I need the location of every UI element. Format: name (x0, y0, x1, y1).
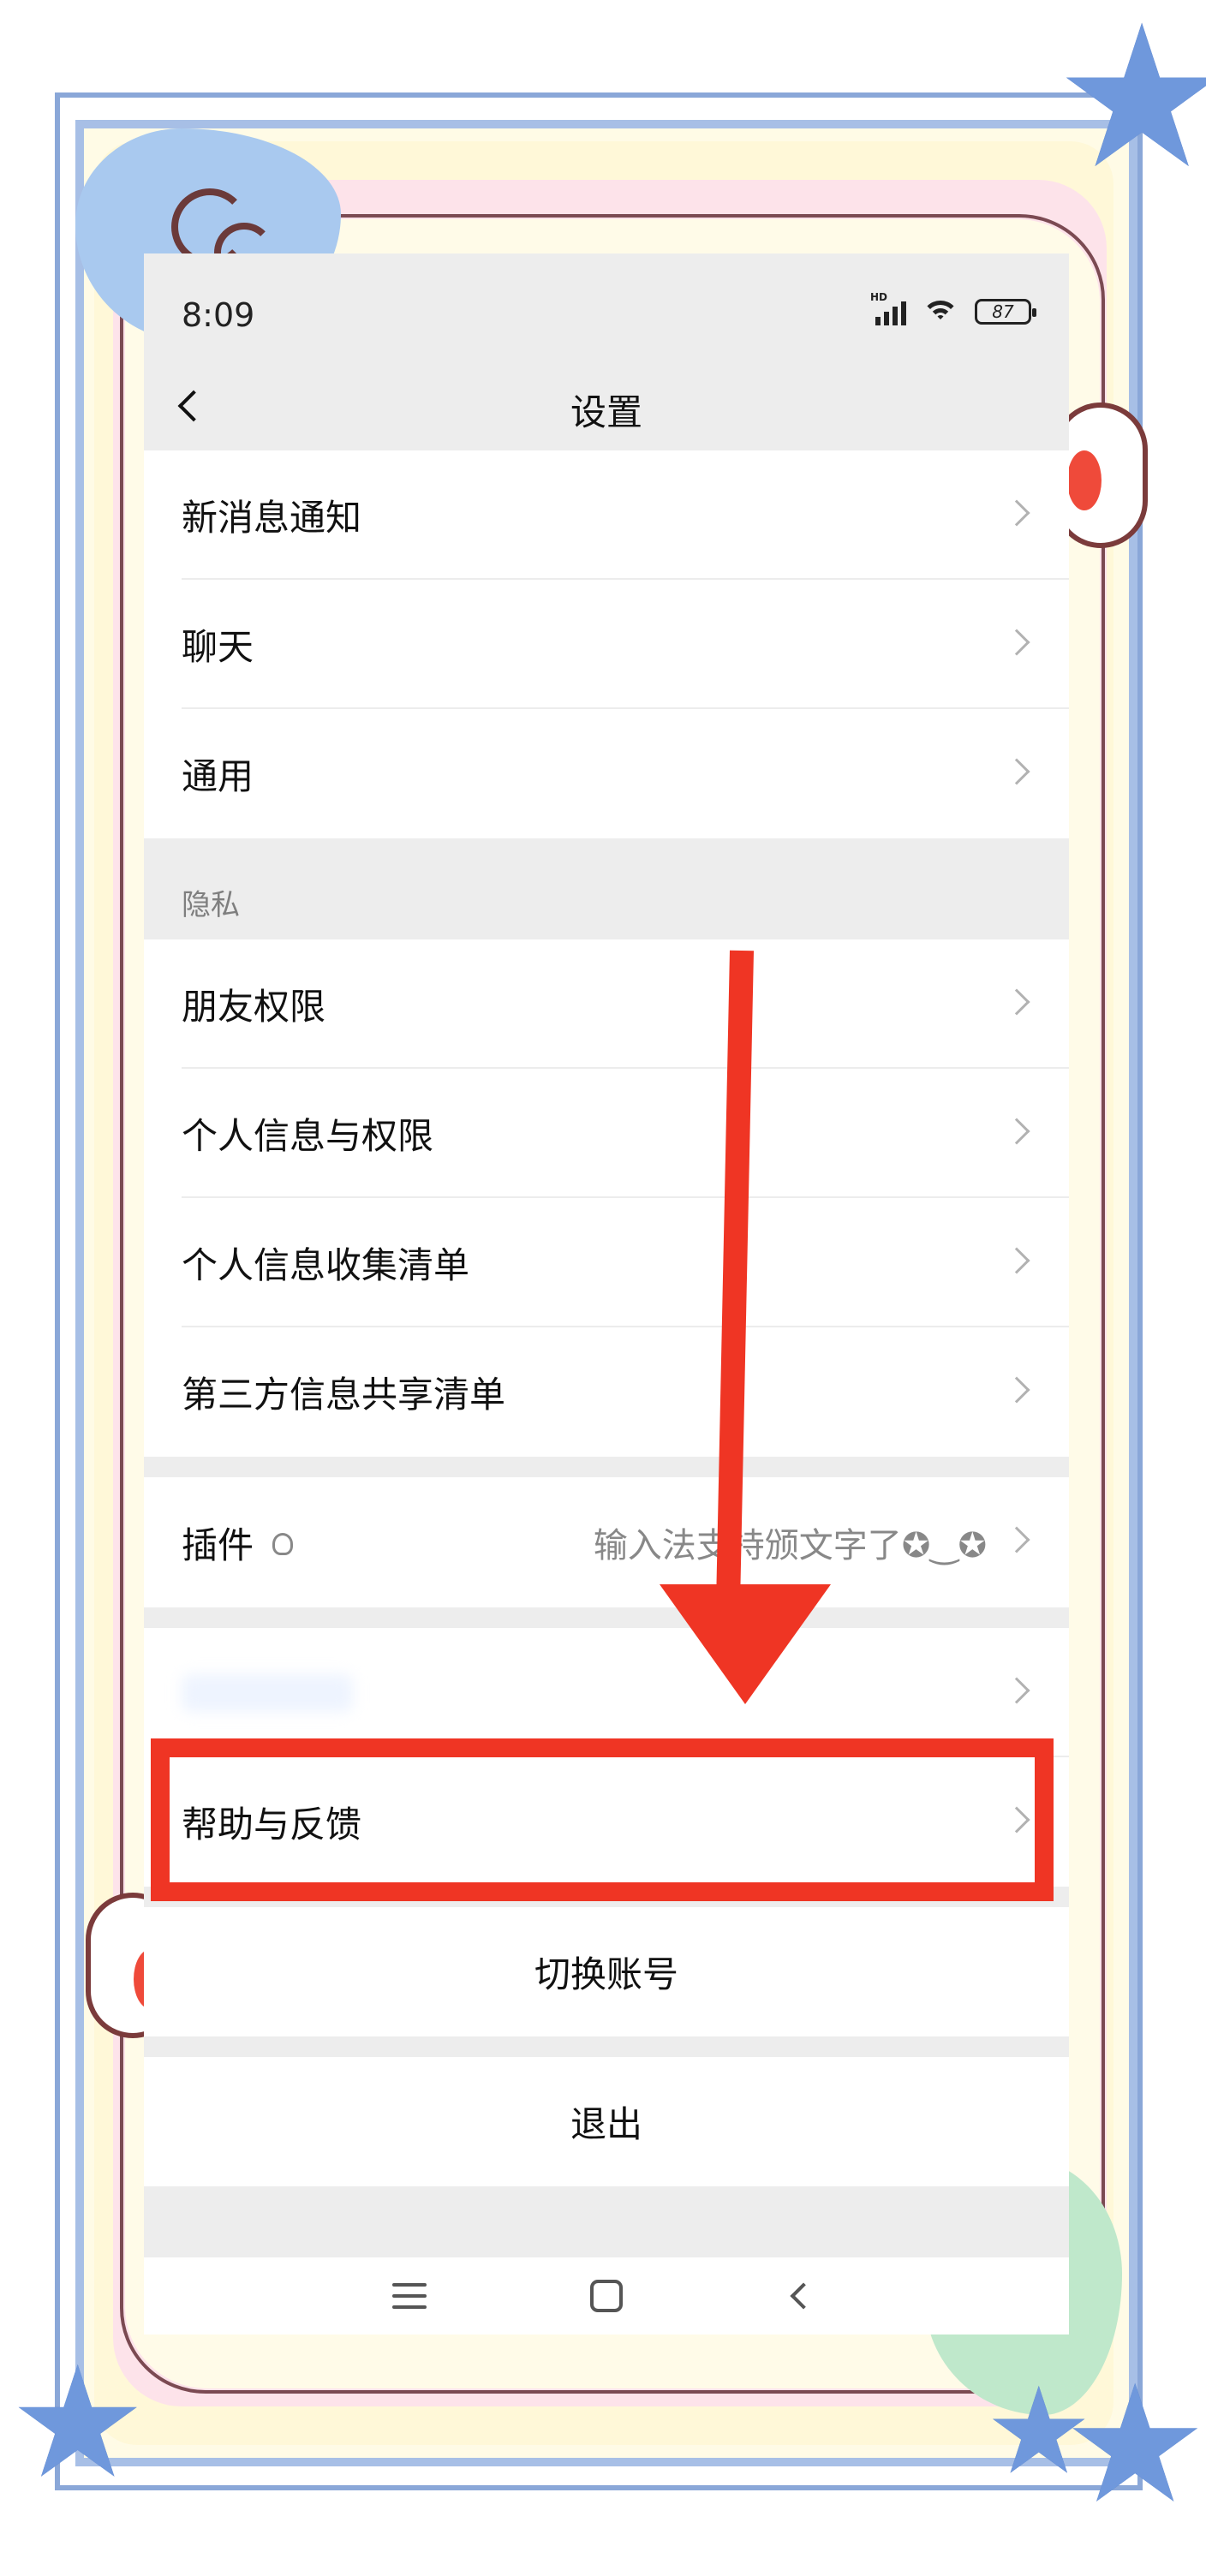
switch-account-label: 切换账号 (534, 1953, 678, 1995)
star-icon: ★ (1062, 2350, 1206, 2539)
annotation-arrow-head (660, 1584, 831, 1704)
settings-item-general[interactable]: 通用 (144, 709, 1069, 838)
settings-list: 新消息通知 聊天 通用 隐私 朋友权限 个人信息与权限 个人信息收集清单 第三方… (144, 450, 1069, 2258)
logout-label: 退出 (570, 2103, 642, 2145)
phone-screen: 8:09 HD 87 设置 新消息通知 聊天 通用 隐私 朋友权限 个人信息与权… (144, 253, 1069, 2334)
status-bar: 8:09 HD 87 (144, 253, 1069, 365)
settings-item-label: 个人信息收集清单 (182, 1244, 470, 1286)
section-gap (144, 2036, 1069, 2057)
lightbulb-icon (272, 1533, 294, 1555)
settings-item-third-party-sharing[interactable]: 第三方信息共享清单 (144, 1327, 1069, 1457)
system-back-button[interactable] (778, 2270, 829, 2322)
settings-item-personal-info-collection[interactable]: 个人信息收集清单 (144, 1198, 1069, 1327)
status-time: 8:09 (182, 296, 255, 334)
settings-item-label: 第三方信息共享清单 (182, 1374, 506, 1416)
annotation-highlight-box (151, 1738, 1054, 1901)
signal-icon: HD (870, 291, 906, 325)
system-navigation-bar (144, 2257, 1069, 2334)
section-header-privacy: 隐私 (144, 838, 1069, 939)
wifi-icon (922, 297, 959, 326)
plugins-promo-text: 输入法支持颁文字了✪‿✪ (593, 1526, 987, 1565)
settings-item-personal-info-permissions[interactable]: 个人信息与权限 (144, 1069, 1069, 1198)
home-button[interactable] (581, 2270, 632, 2322)
section-gap (144, 1457, 1069, 1477)
chevron-right-icon (1003, 499, 1030, 527)
logout-button[interactable]: 退出 (144, 2057, 1069, 2186)
page-title: 设置 (570, 391, 642, 433)
chevron-right-icon (1003, 629, 1030, 656)
settings-item-label: 新消息通知 (182, 497, 362, 539)
settings-item-label: 插件 (182, 1517, 294, 1569)
switch-account-button[interactable]: 切换账号 (144, 1907, 1069, 2036)
chevron-right-icon (1003, 1376, 1030, 1404)
back-icon (790, 2282, 817, 2310)
star-icon: ★ (9, 2334, 147, 2513)
section-header-label: 隐私 (182, 888, 240, 922)
settings-item-label: 聊天 (182, 626, 254, 668)
battery-icon: 87 (975, 299, 1036, 325)
settings-item-label: 通用 (182, 755, 254, 797)
bottom-fill (144, 2186, 1069, 2258)
home-icon (590, 2280, 623, 2312)
status-icons: HD 87 (870, 291, 1036, 329)
settings-item-label: 朋友权限 (182, 986, 326, 1028)
nav-bar: 设置 (144, 365, 1069, 450)
settings-item-friend-permissions[interactable]: 朋友权限 (144, 939, 1069, 1069)
star-icon: ★ (1054, 0, 1206, 212)
recent-apps-button[interactable] (384, 2270, 435, 2322)
settings-item-plugins[interactable]: 插件 输入法支持颁文字了✪‿✪ (144, 1477, 1069, 1607)
chevron-right-icon (1003, 988, 1030, 1016)
settings-item-new-message-notification[interactable]: 新消息通知 (144, 450, 1069, 580)
chevron-right-icon (1003, 1247, 1030, 1274)
chevron-right-icon (1003, 1677, 1030, 1704)
chevron-right-icon (1003, 758, 1030, 785)
chevron-right-icon (1003, 1118, 1030, 1145)
blurred-label (182, 1673, 353, 1712)
menu-icon (392, 2283, 427, 2309)
battery-level: 87 (992, 301, 1014, 322)
signal-hd-label: HD (870, 291, 888, 303)
chevron-right-icon (1003, 1526, 1030, 1553)
settings-item-chat[interactable]: 聊天 (144, 580, 1069, 709)
plugins-label: 插件 (182, 1524, 254, 1566)
section-gap (144, 1607, 1069, 1628)
settings-item-label: 个人信息与权限 (182, 1115, 434, 1157)
